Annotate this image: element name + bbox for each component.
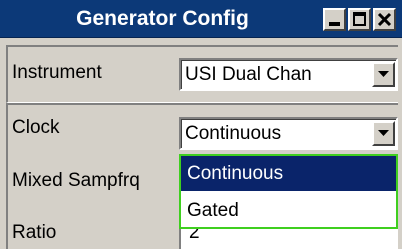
clock-label: Clock [12,117,60,138]
clock-dropdown-list: Continuous Gated [179,154,398,229]
dropdown-option-gated[interactable]: Gated [181,193,396,228]
instrument-value: USI Dual Chan [185,64,312,85]
minimize-icon[interactable] [323,8,346,31]
window-title: Generator Config [76,7,249,30]
chevron-down-icon [378,71,389,77]
title-bar[interactable]: Generator Config [0,0,402,38]
generator-config-window: Generator Config Instrument USI Dual Cha… [0,0,402,249]
clock-select[interactable]: Continuous [179,117,398,150]
dropdown-option-continuous[interactable]: Continuous [181,156,396,191]
clock-value: Continuous [185,123,282,144]
clock-dropdown-button[interactable] [372,121,395,146]
close-icon[interactable] [373,8,396,31]
chevron-down-icon [378,130,389,136]
instrument-select[interactable]: USI Dual Chan [179,58,398,91]
close-x-glyph [377,12,392,27]
instrument-dropdown-button[interactable] [372,62,395,87]
maximize-icon[interactable] [348,8,371,31]
mixed-sampfrq-label: Mixed Sampfrq [12,170,140,191]
instrument-label: Instrument [12,62,102,83]
ratio-label: Ratio [12,222,57,243]
